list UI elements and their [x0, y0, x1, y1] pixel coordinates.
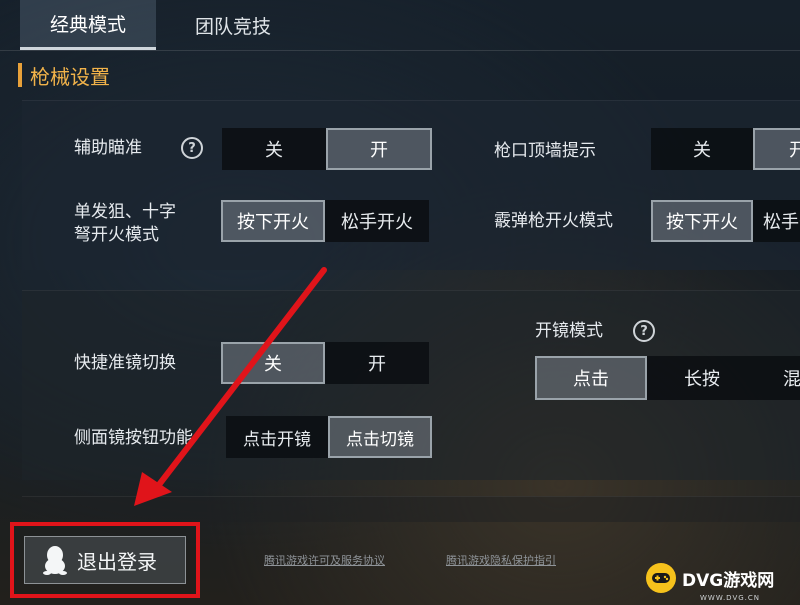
side-scope-open-button[interactable]: 点击开镜: [226, 416, 328, 458]
section-header: 枪械设置: [18, 60, 110, 90]
quick-scope-on-button[interactable]: 开: [325, 342, 429, 384]
qq-penguin-icon: [43, 546, 67, 575]
single-fire-release-button[interactable]: 松手开火: [325, 200, 429, 242]
section-accent-bar: [18, 63, 22, 87]
single-fire-label-line2: 弩开火模式: [74, 225, 159, 245]
watermark-brand: DVG游戏网: [682, 570, 775, 591]
scope-tap-button[interactable]: 点击: [535, 356, 647, 400]
aim-assist-off-button[interactable]: 关: [222, 128, 326, 170]
tab-classic-mode[interactable]: 经典模式: [20, 0, 156, 50]
gamepad-icon: [646, 563, 676, 593]
scope-hold-button[interactable]: 长按: [647, 356, 757, 400]
help-icon[interactable]: ?: [181, 137, 203, 159]
aim-assist-label: 辅助瞄准: [74, 138, 142, 158]
watermark-url: WWW.DVG.CN: [700, 594, 761, 602]
logout-button[interactable]: 退出登录: [24, 536, 186, 584]
muzzle-wall-label: 枪口顶墙提示: [494, 141, 596, 161]
muzzle-wall-on-button[interactable]: 开: [753, 128, 800, 170]
shotgun-fire-label: 霰弹枪开火模式: [494, 211, 613, 231]
help-icon[interactable]: ?: [633, 320, 655, 342]
muzzle-wall-off-button[interactable]: 关: [651, 128, 753, 170]
shotgun-press-button[interactable]: 按下开火: [651, 200, 753, 242]
scope-mixed-button[interactable]: 混: [757, 356, 800, 400]
watermark-logo: DVG游戏网: [646, 558, 796, 598]
license-agreement-link[interactable]: 腾讯游戏许可及服务协议: [264, 552, 385, 568]
logout-label: 退出登录: [77, 549, 157, 574]
shotgun-release-button[interactable]: 松手开火: [753, 200, 800, 242]
side-scope-label: 侧面镜按钮功能: [74, 428, 193, 448]
tab-divider: [0, 50, 800, 51]
single-fire-label-line1: 单发狙、十字: [74, 202, 176, 222]
quick-scope-label: 快捷准镜切换: [74, 353, 176, 373]
mode-tabs: 经典模式 团队竞技: [0, 0, 800, 50]
single-fire-press-button[interactable]: 按下开火: [221, 200, 325, 242]
logout-highlight-box: 退出登录: [10, 522, 200, 598]
side-scope-switch-button[interactable]: 点击切镜: [328, 416, 432, 458]
privacy-policy-link[interactable]: 腾讯游戏隐私保护指引: [446, 552, 556, 568]
quick-scope-off-button[interactable]: 关: [221, 342, 325, 384]
scope-mode-label: 开镜模式: [535, 321, 603, 341]
section-title: 枪械设置: [30, 64, 110, 89]
tab-team-deathmatch[interactable]: 团队竞技: [168, 0, 298, 50]
settings-panel-partial: [22, 496, 800, 522]
aim-assist-on-button[interactable]: 开: [326, 128, 432, 170]
